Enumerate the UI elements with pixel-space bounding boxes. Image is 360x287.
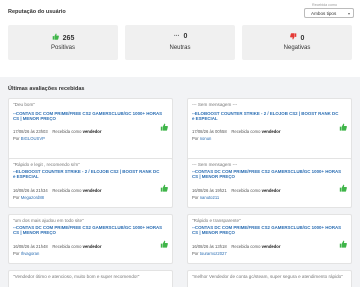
review-meta: 16/08/26 às 21h34 Recebida como vendedor: [13, 188, 102, 193]
review-product-link[interactable]: --CONTAS DC COM PRIME/FREE CS2 GAMERSCLU…: [13, 111, 163, 122]
chevron-down-icon: ▾: [347, 11, 350, 16]
review-comment: "Rápido e legit , recomendo s/m": [13, 162, 80, 167]
review-meta: 16/08/26 às 13h18 Recebida como vendedor: [192, 244, 281, 249]
review-author-link[interactable]: tourarnoz2027: [200, 251, 227, 256]
review-date: 16/08/26 às 21h48: [13, 244, 48, 249]
positive-card[interactable]: 265 Positivas: [8, 25, 118, 60]
negative-card[interactable]: 0 Negativas: [242, 25, 352, 60]
review-comment: "Vendedor ótimo e atencioso, muito bom e…: [13, 274, 140, 279]
review-card: "melhor Vendedor de conta gc/steam, supe…: [187, 270, 352, 287]
thumbs-up-icon: [339, 184, 347, 192]
neutral-count: 0: [183, 33, 188, 40]
review-author: Por nanuto211: [192, 195, 220, 200]
review-card: --- Sem mensagem --- --ELOBOOST COUNTER …: [187, 98, 352, 165]
review-comment: "melhor Vendedor de conta gc/steam, supe…: [192, 274, 343, 279]
review-received-as: vendedor: [82, 188, 102, 193]
review-date: 17/08/26 às 23h03: [13, 129, 48, 134]
review-product-link[interactable]: --CONTAS DC COM PRIME/FREE CS2 GAMERSCLU…: [192, 225, 342, 236]
review-author-link[interactable]: nanuto211: [200, 195, 219, 200]
review-card: "Vendedor ótimo e atencioso, muito bom e…: [8, 270, 173, 287]
reputation-title: Reputação do usuário: [8, 9, 66, 15]
review-author: Por Ihvagoran: [13, 251, 40, 256]
review-meta: 17/08/26 às 23h03 Recebida como vendedor: [13, 129, 102, 134]
review-received-as: vendedor: [82, 129, 102, 134]
positive-label: Positivas: [50, 45, 75, 51]
review-author: Por BIGLOUSVP: [13, 136, 45, 141]
review-meta: 16/08/26 às 19h21 Recebida como vendedor: [192, 188, 281, 193]
negative-label: Negativas: [283, 45, 311, 51]
review-product-link[interactable]: --ELOBOOST COUNTER STRIKE - 2 / ELOJOB C…: [13, 169, 163, 180]
review-card: "Deu bom" --CONTAS DC COM PRIME/FREE CS2…: [8, 98, 173, 165]
reputation-panel: Reputação do usuário Recebida como Ambos…: [0, 0, 360, 77]
thumbs-down-icon: [290, 33, 298, 42]
filter-select[interactable]: Ambos tipos ▾: [304, 8, 354, 18]
recent-reviews-title: Últimas avaliações recebidas: [8, 86, 85, 92]
review-author-link[interactable]: Megazord88: [21, 195, 44, 200]
review-card: "um dos mais ajudou em todo site" --CONT…: [8, 214, 173, 264]
neutral-label: Neutras: [169, 45, 191, 51]
review-card: "Rápido e transparente" --CONTAS DC COM …: [187, 214, 352, 264]
review-comment: --- Sem mensagem ---: [192, 102, 238, 107]
review-comment: "Deu bom": [13, 102, 35, 107]
review-card: "Rápido e legit , recomendo s/m" --ELOBO…: [8, 158, 173, 208]
review-author-link[interactable]: nonun: [200, 136, 212, 141]
thumbs-up-icon: [160, 240, 168, 248]
review-product-link[interactable]: --CONTAS DC COM PRIME/FREE CS2 GAMERSCLU…: [192, 169, 342, 180]
review-product-link[interactable]: --CONTAS DC COM PRIME/FREE CS2 GAMERSCLU…: [13, 225, 163, 236]
review-author-link[interactable]: BIGLOUSVP: [21, 136, 45, 141]
review-comment: --- Sem mensagem ---: [192, 162, 238, 167]
thumbs-up-icon: [339, 123, 347, 131]
thumbs-up-icon: [160, 184, 168, 192]
review-date: 16/08/26 às 13h18: [192, 244, 227, 249]
review-author: Por tourarnoz2027: [192, 251, 227, 256]
review-author: Por Megazord88: [13, 195, 44, 200]
review-meta: 17/08/26 às 00h58 Recebida como vendedor: [192, 129, 281, 134]
review-card: --- Sem mensagem --- --CONTAS DC COM PRI…: [187, 158, 352, 208]
positive-count: 265: [62, 35, 75, 42]
review-received-as: vendedor: [261, 188, 281, 193]
review-received-as: vendedor: [261, 244, 281, 249]
thumbs-up-icon: [160, 123, 168, 131]
review-comment: "um dos mais ajudou em todo site": [13, 218, 84, 223]
review-author-link[interactable]: Ihvagoran: [21, 251, 40, 256]
review-received-as: vendedor: [82, 244, 102, 249]
review-received-as: vendedor: [261, 129, 281, 134]
review-date: 16/08/26 às 21h34: [13, 188, 48, 193]
thumbs-up-icon: [52, 33, 60, 42]
negative-count: 0: [300, 35, 305, 42]
review-comment: "Rápido e transparente": [192, 218, 241, 223]
ellipsis-icon: ···: [173, 33, 180, 40]
neutral-card[interactable]: ··· 0 Neutras: [125, 25, 235, 60]
review-product-link[interactable]: --ELOBOOST COUNTER STRIKE - 2 / ELOJOB C…: [192, 111, 342, 122]
thumbs-up-icon: [339, 240, 347, 248]
review-author: Por nonun: [192, 136, 212, 141]
review-meta: 16/08/26 às 21h48 Recebida como vendedor: [13, 244, 102, 249]
filter-label: Recebida como: [312, 3, 337, 7]
review-date: 16/08/26 às 19h21: [192, 188, 227, 193]
filter-value: Ambos tipos: [311, 11, 337, 16]
review-date: 17/08/26 às 00h58: [192, 129, 227, 134]
